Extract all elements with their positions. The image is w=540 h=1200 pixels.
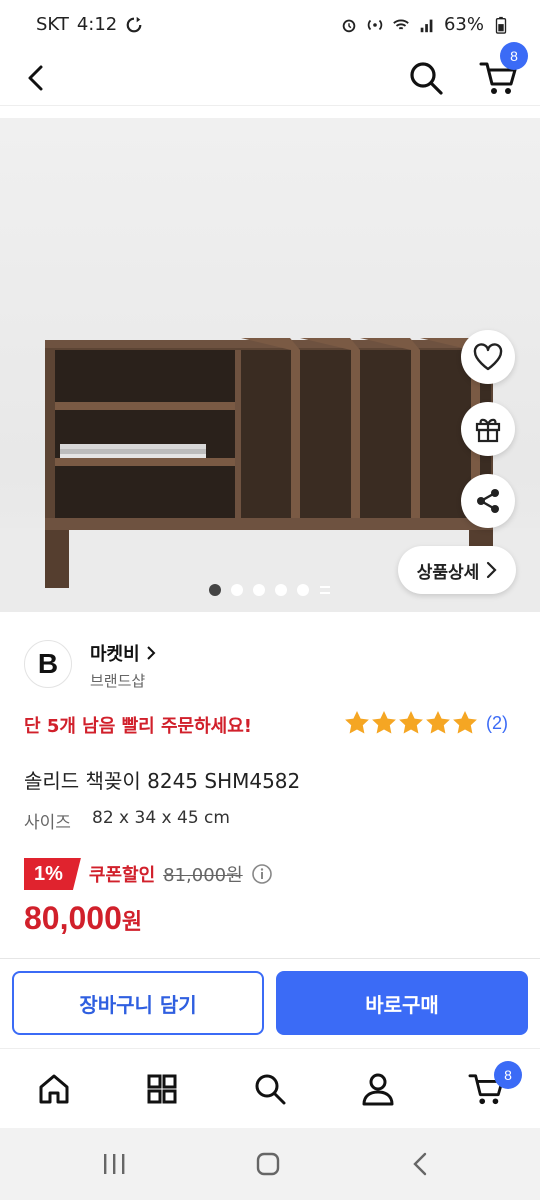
brand-subtitle: 브랜드샵 [90, 672, 146, 690]
product-title: 솔리드 책꽂이 8245 SHM4582 [24, 769, 301, 793]
carousel-dot [297, 584, 309, 596]
more-images-icon [320, 586, 330, 594]
product-detail-button[interactable]: 상품상세 [398, 546, 516, 594]
nav-cart-count-badge: 8 [494, 1061, 522, 1089]
status-bar: SKT 4:12 63% [0, 0, 540, 50]
product-image-carousel[interactable] [0, 118, 540, 612]
stock-alert: 단 5개 남음 빨리 주문하세요! [24, 716, 252, 737]
nav-home[interactable] [32, 1067, 76, 1111]
carousel-dot [253, 584, 265, 596]
carrier-label: SKT [36, 14, 69, 35]
brand-name-link[interactable]: 마켓비 [90, 640, 156, 666]
back-arrow-icon [28, 65, 43, 91]
clock-label: 4:12 [76, 14, 118, 35]
battery-percent: 63% [443, 14, 484, 35]
home-system-button[interactable] [246, 1144, 290, 1184]
user-icon [362, 1073, 394, 1106]
nav-search[interactable] [248, 1067, 292, 1111]
star-rating-icon [345, 711, 477, 734]
top-app-bar: 8 [0, 42, 540, 106]
system-back-button[interactable] [398, 1144, 442, 1184]
cart-count-badge: 8 [500, 42, 528, 70]
info-icon[interactable] [251, 863, 273, 885]
discount-rate-badge: 1% [24, 858, 81, 890]
buy-now-button[interactable]: 바로구매 [276, 971, 528, 1035]
sale-price: 80,000원 [24, 900, 142, 937]
search-icon [255, 1074, 286, 1105]
back-chevron-icon [413, 1152, 427, 1176]
review-count[interactable]: (2) [486, 713, 508, 734]
wifi-icon [393, 19, 409, 29]
original-price: 81,000원 [163, 865, 243, 886]
alarm-icon [342, 19, 356, 32]
gift-button[interactable] [461, 402, 515, 456]
hotspot-icon [367, 19, 383, 30]
search-button[interactable] [402, 54, 450, 102]
signal-icon [420, 19, 433, 32]
grid-icon [147, 1074, 177, 1104]
carousel-dot [231, 584, 243, 596]
size-value: 82 x 34 x 45 cm [92, 808, 230, 828]
sale-price-value: 80,000 [24, 900, 122, 936]
battery-icon [495, 16, 507, 34]
share-icon [477, 489, 499, 513]
coupon-discount-label: 쿠폰할인 [88, 865, 156, 886]
add-to-cart-button[interactable]: 장바구니 담기 [12, 971, 264, 1035]
brand-name: 마켓비 [90, 644, 140, 665]
brand-logo-letter: B [37, 648, 59, 679]
size-label: 사이즈 [24, 813, 71, 833]
chevron-right-icon [487, 561, 497, 579]
carousel-dot [209, 584, 221, 596]
gift-icon [475, 418, 501, 443]
brand-logo[interactable]: B [24, 640, 72, 688]
purchase-action-bar: 장바구니 담기 바로구매 [0, 958, 540, 1048]
recent-apps-icon [104, 1154, 125, 1174]
bottom-navigation: 8 [0, 1048, 540, 1128]
wishlist-button[interactable] [461, 330, 515, 384]
status-left: SKT 4:12 [36, 14, 143, 35]
back-button[interactable] [14, 56, 58, 100]
bookshelf-product-image [0, 338, 540, 612]
system-navigation-bar [0, 1128, 540, 1200]
nav-category[interactable] [140, 1067, 184, 1111]
price-unit: 원 [121, 910, 143, 935]
home-icon [39, 1074, 69, 1104]
carousel-dot [275, 584, 287, 596]
search-icon [410, 62, 443, 95]
home-square-icon [256, 1152, 280, 1176]
nav-my-page[interactable] [356, 1067, 400, 1111]
status-right: 63% [340, 14, 510, 35]
recent-apps-button[interactable] [92, 1144, 136, 1184]
discount-row: 1% 쿠폰할인 81,000원 [24, 858, 273, 890]
product-detail-label: 상품상세 [416, 562, 480, 583]
rating-stars[interactable]: (2) [344, 710, 508, 736]
share-button[interactable] [461, 474, 515, 528]
heart-icon [473, 343, 503, 371]
sync-icon [126, 16, 142, 32]
chevron-right-icon [147, 646, 156, 660]
